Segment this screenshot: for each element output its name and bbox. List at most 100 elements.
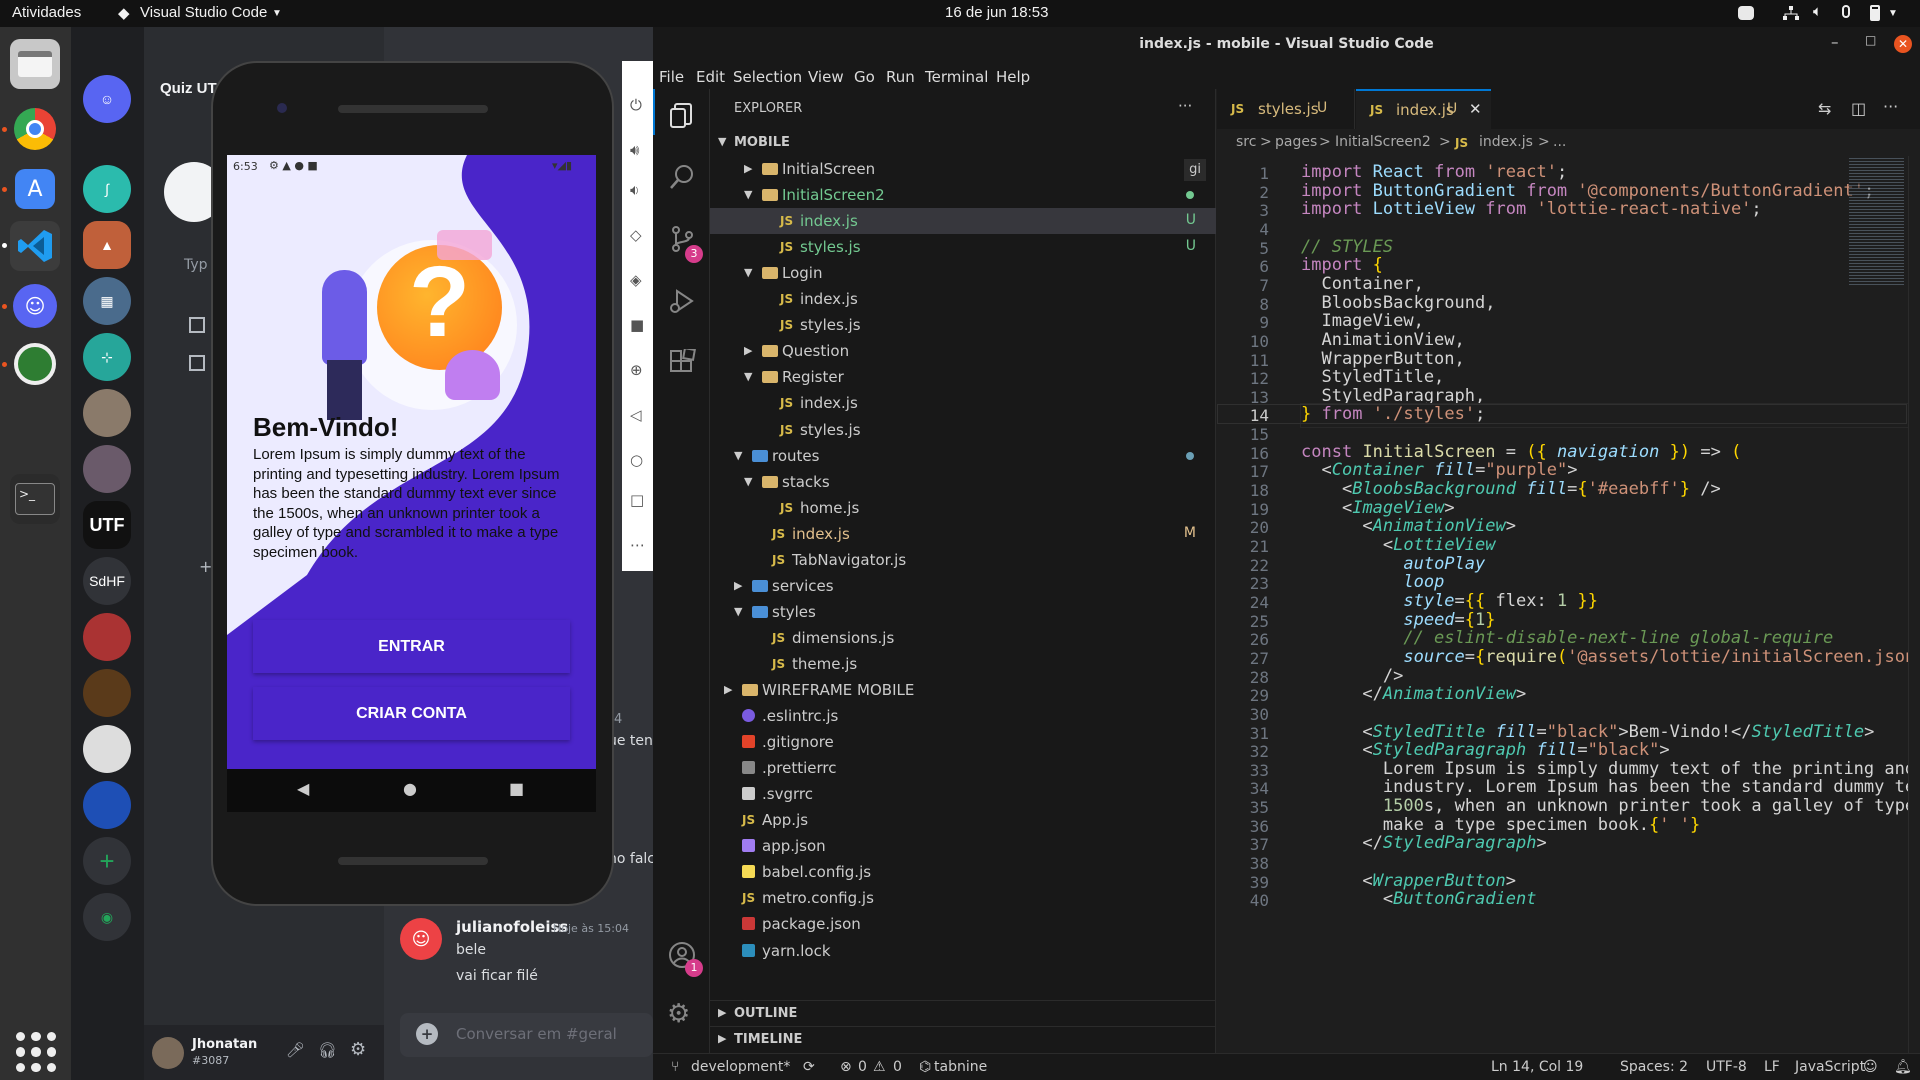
server-utf[interactable]: UTF <box>83 501 131 549</box>
tree-item[interactable]: ▼ routes <box>710 443 1216 469</box>
tree-item[interactable]: JS styles.js <box>710 417 1216 443</box>
show-apps-icon[interactable] <box>16 1032 56 1072</box>
tree-item[interactable]: JS styles.js U <box>710 234 1216 260</box>
server-icon[interactable] <box>83 445 131 493</box>
minimap[interactable] <box>1849 156 1904 286</box>
feedback-icon[interactable]: ☺ <box>1863 1059 1878 1075</box>
volume-icon[interactable]: 🔈︎ <box>1813 3 1822 20</box>
split-editor-icon[interactable]: ◫ <box>1851 99 1866 118</box>
discord-home-icon[interactable]: ☺ <box>83 75 131 123</box>
tree-item[interactable]: JS metro.config.js <box>710 885 1216 911</box>
minimize-icon[interactable]: – <box>1831 33 1839 51</box>
nav-recents-icon[interactable]: ■ <box>509 779 524 798</box>
headphones-icon[interactable]: 🎧︎ <box>318 1041 337 1059</box>
close-window-icon[interactable]: ✕ <box>1894 35 1912 53</box>
tree-item[interactable]: ▶ services <box>710 573 1216 599</box>
server-sdhf[interactable]: SdHF <box>83 557 131 605</box>
volume-down-icon[interactable]: 🔉︎ <box>630 181 639 199</box>
avatar[interactable]: ☺ <box>400 918 442 960</box>
app-green-icon[interactable] <box>5 334 65 394</box>
breadcrumb-folder[interactable]: InitialScreen2 <box>1335 134 1431 150</box>
volume-up-icon[interactable]: 🔊︎ <box>630 141 639 159</box>
encoding[interactable]: UTF-8 <box>1706 1059 1747 1075</box>
tree-item[interactable]: JS theme.js <box>710 651 1216 677</box>
outline-section[interactable]: ▶ OUTLINE <box>710 1000 1216 1026</box>
channel-icon[interactable] <box>189 317 205 333</box>
breadcrumb-file[interactable]: index.js <box>1479 134 1533 150</box>
code-line[interactable]: <ButtonGradient <box>1301 889 1537 912</box>
server-icon[interactable] <box>83 781 131 829</box>
nav-back-icon[interactable]: ◀ <box>297 779 309 798</box>
tree-item[interactable]: JS TabNavigator.js <box>710 547 1216 573</box>
tree-item[interactable]: JS App.js <box>710 807 1216 833</box>
server-icon[interactable] <box>83 725 131 773</box>
android-studio-icon[interactable]: A <box>10 164 60 214</box>
more-icon[interactable]: ⋯ <box>630 536 645 554</box>
notifications-bell-icon[interactable]: 🔔︎ <box>1894 1059 1912 1075</box>
explorer-more-icon[interactable]: ··· <box>1178 97 1192 115</box>
tree-item[interactable]: ▶ InitialScreen <box>710 156 1216 182</box>
tree-item[interactable]: ▼ stacks <box>710 469 1216 495</box>
timeline-section[interactable]: ▶ TIMELINE <box>710 1026 1216 1052</box>
server-icon[interactable] <box>83 389 131 437</box>
tree-item[interactable]: ▶ Question <box>710 338 1216 364</box>
error-icon[interactable]: ⊗ <box>840 1059 852 1075</box>
tree-item[interactable]: ▶ WIREFRAME MOBILE <box>710 677 1216 703</box>
tree-item[interactable]: .eslintrc.js <box>710 703 1216 729</box>
tree-item[interactable]: JS dimensions.js <box>710 625 1216 651</box>
tree-item[interactable]: babel.config.js <box>710 859 1216 885</box>
tree-item[interactable]: .prettierrc <box>710 755 1216 781</box>
code-line[interactable]: import LottieView from 'lottie-react-nat… <box>1301 199 1762 222</box>
overview-icon[interactable]: □ <box>630 491 644 509</box>
tree-item[interactable]: JS home.js <box>710 495 1216 521</box>
zoom-icon[interactable]: ⊕ <box>630 361 643 379</box>
tree-item[interactable]: yarn.lock <box>710 938 1216 964</box>
extensions-icon[interactable] <box>668 349 696 377</box>
manage-gear-icon[interactable]: ⚙ <box>667 999 690 1029</box>
terminal-icon[interactable]: >_ <box>10 474 60 524</box>
enter-button[interactable]: ENTRAR <box>253 620 570 673</box>
menu-file[interactable]: File <box>659 68 684 86</box>
microphone-icon[interactable]: 🎤︎ <box>286 1041 305 1059</box>
code-editor[interactable]: 1 import React from 'react'; 2 import Butto… <box>1217 156 1920 1053</box>
breadcrumb-pages[interactable]: pages <box>1275 134 1317 150</box>
channel-icon[interactable] <box>189 355 205 371</box>
run-debug-icon[interactable] <box>668 287 696 315</box>
message-author[interactable]: julianofoleiss <box>456 918 568 936</box>
files-app-icon[interactable] <box>10 39 60 89</box>
server-icon[interactable]: ▲ <box>83 221 131 269</box>
code-line[interactable]: } from './styles'; <box>1300 403 1920 429</box>
code-line[interactable]: </AnimationView> <box>1301 684 1526 707</box>
server-title[interactable]: Quiz UT <box>160 80 217 97</box>
chrome-icon[interactable] <box>10 104 60 154</box>
tree-item[interactable]: ▼ Register <box>710 364 1216 390</box>
message-input[interactable]: + Conversar em #geral <box>400 1013 653 1057</box>
line-ending[interactable]: LF <box>1764 1059 1780 1075</box>
server-icon[interactable]: ▦ <box>83 277 131 325</box>
camera-icon[interactable]: ■ <box>630 316 644 334</box>
tree-item[interactable]: .svgrrc <box>710 781 1216 807</box>
tree-item[interactable]: JS index.js U <box>710 208 1216 235</box>
error-count[interactable]: 0 <box>858 1059 867 1075</box>
network-icon[interactable] <box>1783 6 1799 21</box>
search-icon[interactable] <box>668 163 696 191</box>
branch-name[interactable]: development* <box>691 1059 790 1075</box>
code-line[interactable]: </StyledParagraph> <box>1301 833 1546 856</box>
server-icon[interactable]: ⊹ <box>83 333 131 381</box>
menu-edit[interactable]: Edit <box>696 68 725 86</box>
tree-item[interactable]: package.json <box>710 911 1216 937</box>
nav-home-icon[interactable]: ● <box>403 779 417 798</box>
gear-icon[interactable]: ⚙ <box>350 1039 366 1060</box>
menu-view[interactable]: View <box>808 68 844 86</box>
workspace-header[interactable]: ▼ MOBILE <box>710 130 1216 156</box>
explore-icon[interactable]: ◉ <box>83 893 131 941</box>
activities-button[interactable]: Atividades <box>12 4 81 21</box>
rotate-icon[interactable]: ◇ <box>630 226 642 244</box>
menu-go[interactable]: Go <box>854 68 875 86</box>
app-menu[interactable]: Visual Studio Code <box>140 4 267 21</box>
tab-index-js[interactable]: JS index.js U ✕ <box>1356 89 1491 129</box>
open-changes-icon[interactable]: ⇆ <box>1818 99 1831 118</box>
breadcrumb-src[interactable]: src <box>1236 134 1256 150</box>
tree-item[interactable]: ▼ InitialScreen2 <box>710 182 1216 208</box>
clock[interactable]: 16 de jun 18:53 <box>945 4 1048 21</box>
